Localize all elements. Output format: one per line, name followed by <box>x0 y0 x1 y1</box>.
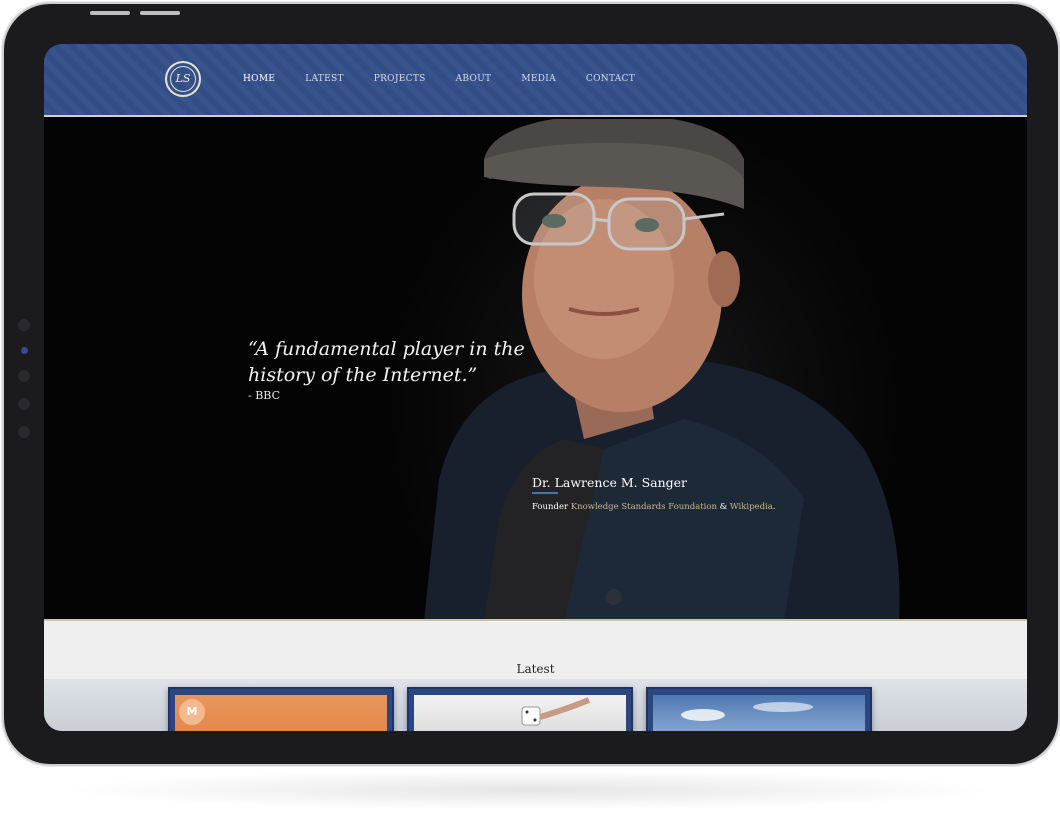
founder-line: Founder Knowledge Standards Foundation &… <box>532 502 776 512</box>
name-underline <box>532 492 558 494</box>
founder-suffix: . <box>772 502 776 512</box>
nav-latest[interactable]: LATEST <box>305 74 344 84</box>
device-side-sensors <box>14 319 34 454</box>
card-image: M <box>175 695 387 731</box>
tablet-frame: LS HOME LATEST PROJECTS ABOUT MEDIA CONT… <box>4 4 1058 764</box>
site-navbar: LS HOME LATEST PROJECTS ABOUT MEDIA CONT… <box>44 44 1027 117</box>
device-top-buttons <box>90 0 190 15</box>
hero-quote: “A fundamental player in the history of … <box>248 338 525 386</box>
latest-heading: Latest <box>516 662 555 676</box>
card-badge: M <box>179 699 205 725</box>
latest-card[interactable]: M <box>168 687 394 731</box>
device-shadow <box>60 770 1000 810</box>
nav-contact[interactable]: CONTACT <box>586 74 635 84</box>
latest-card[interactable] <box>646 687 872 731</box>
person-name: Dr. Lawrence M. Sanger <box>532 475 688 490</box>
hero-quote-source: - BBC <box>248 389 281 402</box>
link-knowledge-standards-foundation[interactable]: Knowledge Standards Foundation <box>571 502 717 512</box>
nav-projects[interactable]: PROJECTS <box>374 74 426 84</box>
founder-prefix: Founder <box>532 502 569 512</box>
card-image <box>653 695 865 731</box>
screen: LS HOME LATEST PROJECTS ABOUT MEDIA CONT… <box>44 44 1027 731</box>
latest-section: Latest M <box>44 621 1027 731</box>
nav-media[interactable]: MEDIA <box>521 74 556 84</box>
sky-image <box>681 702 813 721</box>
founder-amp: & <box>719 502 728 512</box>
main-nav: HOME LATEST PROJECTS ABOUT MEDIA CONTACT <box>243 74 665 84</box>
nav-home[interactable]: HOME <box>243 74 275 84</box>
hero-section: “A fundamental player in the history of … <box>44 119 1027 621</box>
dice-image <box>521 697 591 726</box>
link-wikipedia[interactable]: Wikipedia <box>730 502 773 512</box>
site-logo[interactable]: LS <box>165 61 201 97</box>
card-image <box>414 695 626 731</box>
nav-about[interactable]: ABOUT <box>456 74 492 84</box>
latest-card[interactable] <box>407 687 633 731</box>
